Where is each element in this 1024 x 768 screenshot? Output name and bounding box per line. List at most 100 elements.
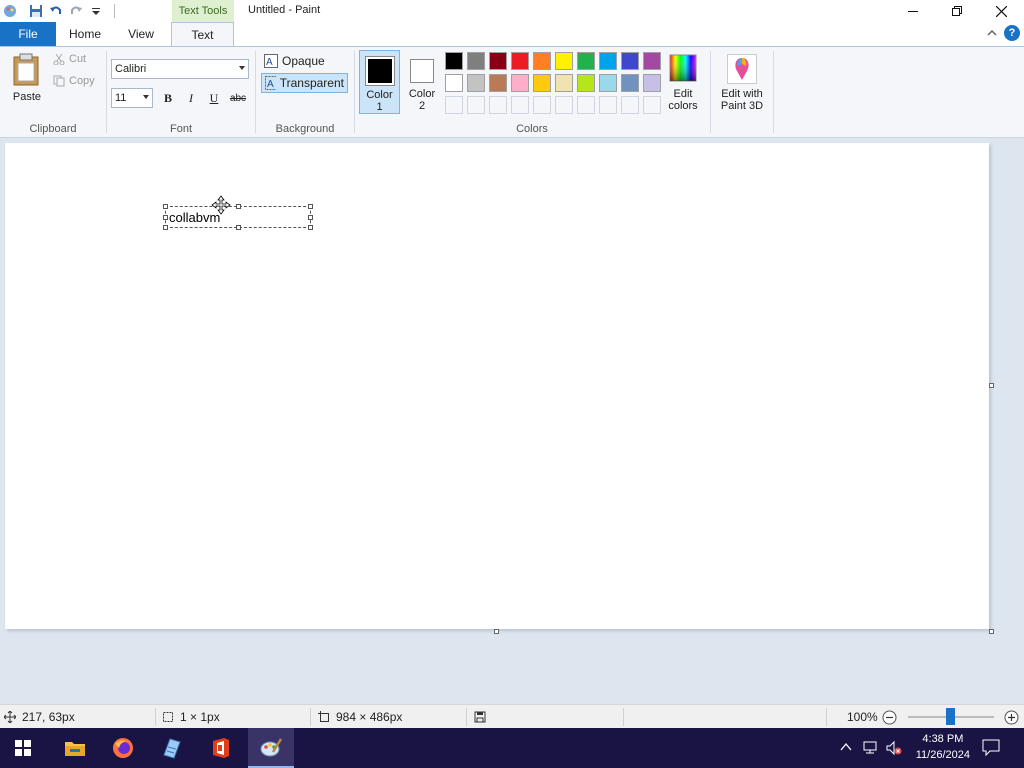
- custom-color-slot[interactable]: [445, 96, 463, 114]
- palette-swatch[interactable]: [489, 52, 507, 70]
- office-icon: [213, 738, 229, 758]
- canvas-resize-handle-corner[interactable]: [989, 629, 994, 634]
- palette-swatch[interactable]: [599, 74, 617, 92]
- collapse-ribbon-icon[interactable]: [986, 27, 998, 42]
- palette-swatch[interactable]: [577, 52, 595, 70]
- resize-handle[interactable]: [236, 204, 241, 209]
- clipboard-group-label: Clipboard: [29, 123, 77, 135]
- opaque-button[interactable]: A Opaque: [261, 51, 328, 71]
- custom-color-slot[interactable]: [489, 96, 507, 114]
- font-size-select[interactable]: 11: [111, 88, 153, 108]
- canvas-resize-handle-right[interactable]: [989, 383, 994, 388]
- strikethrough-button[interactable]: abc: [228, 88, 248, 108]
- taskbar-office[interactable]: [198, 728, 244, 768]
- resize-handle[interactable]: [236, 225, 241, 230]
- italic-button[interactable]: I: [181, 88, 201, 108]
- start-button[interactable]: [0, 728, 46, 768]
- palette-swatch[interactable]: [467, 74, 485, 92]
- palette-swatch[interactable]: [643, 74, 661, 92]
- quick-access-toolbar: [0, 0, 115, 22]
- resize-handle[interactable]: [163, 225, 168, 230]
- image-size-icon: [318, 711, 329, 722]
- zoom-in-button[interactable]: [1004, 710, 1019, 728]
- separator: [310, 708, 311, 726]
- undo-icon[interactable]: [46, 1, 66, 21]
- custom-color-slot[interactable]: [599, 96, 617, 114]
- palette-swatch[interactable]: [599, 52, 617, 70]
- volume-muted-icon[interactable]: [886, 740, 902, 759]
- svg-text:A: A: [267, 79, 274, 90]
- taskbar-firefox[interactable]: [100, 728, 146, 768]
- network-icon[interactable]: [863, 740, 879, 759]
- cursor-position-value: 217, 63px: [22, 710, 75, 724]
- background-group-label: Background: [275, 123, 335, 135]
- custom-color-slot[interactable]: [643, 96, 661, 114]
- resize-handle[interactable]: [163, 204, 168, 209]
- zoom-slider[interactable]: [908, 708, 994, 725]
- save-icon[interactable]: [26, 1, 46, 21]
- resize-handle[interactable]: [308, 204, 313, 209]
- custom-color-slot[interactable]: [577, 96, 595, 114]
- palette-swatch[interactable]: [445, 52, 463, 70]
- canvas-resize-handle-bottom[interactable]: [494, 629, 499, 634]
- restore-button[interactable]: [935, 0, 979, 22]
- tab-file[interactable]: File: [0, 22, 56, 46]
- palette-swatch[interactable]: [467, 52, 485, 70]
- copy-button[interactable]: Copy: [53, 75, 95, 87]
- customize-qat-icon[interactable]: [86, 1, 106, 21]
- custom-color-slot[interactable]: [621, 96, 639, 114]
- notifications-button[interactable]: [982, 739, 1000, 760]
- resize-handle[interactable]: [163, 215, 168, 220]
- bold-button[interactable]: B: [158, 88, 178, 108]
- transparent-button[interactable]: A Transparent: [261, 73, 348, 93]
- custom-color-slot[interactable]: [467, 96, 485, 114]
- resize-handle[interactable]: [308, 215, 313, 220]
- text-box[interactable]: collabvm: [163, 195, 313, 230]
- palette-swatch[interactable]: [533, 52, 551, 70]
- system-clock[interactable]: 4:38 PM 11/26/2024: [916, 731, 970, 763]
- palette-swatch[interactable]: [621, 52, 639, 70]
- show-hidden-icons-button[interactable]: [840, 741, 852, 756]
- palette-swatch[interactable]: [445, 74, 463, 92]
- paint-app-icon[interactable]: [0, 1, 20, 21]
- underline-button[interactable]: U: [204, 88, 224, 108]
- font-family-select[interactable]: Calibri: [111, 59, 249, 79]
- zoom-out-button[interactable]: [882, 710, 897, 728]
- edit-colors-button[interactable]: Edit colors: [663, 50, 703, 114]
- palette-swatch[interactable]: [555, 74, 573, 92]
- color1-button[interactable]: Color 1: [359, 50, 400, 114]
- resize-handle[interactable]: [308, 225, 313, 230]
- disk-icon: [474, 711, 486, 723]
- palette-swatch[interactable]: [511, 52, 529, 70]
- cut-label: Cut: [69, 53, 87, 65]
- help-icon[interactable]: ?: [1004, 25, 1020, 41]
- minimize-button[interactable]: [891, 0, 935, 22]
- palette-swatch[interactable]: [555, 52, 573, 70]
- taskbar-app-notepad[interactable]: [148, 728, 194, 768]
- palette-swatch[interactable]: [643, 52, 661, 70]
- palette-swatch[interactable]: [533, 74, 551, 92]
- taskbar-file-explorer[interactable]: [52, 728, 98, 768]
- custom-color-slot[interactable]: [533, 96, 551, 114]
- redo-icon[interactable]: [66, 1, 86, 21]
- cut-button[interactable]: Cut: [53, 53, 86, 65]
- edit-with-paint3d-button[interactable]: Edit with Paint 3D: [713, 50, 771, 114]
- tab-home[interactable]: Home: [60, 22, 110, 46]
- zoom-slider-thumb[interactable]: [946, 708, 955, 725]
- notepad-icon: [163, 738, 181, 759]
- tab-text[interactable]: Text: [171, 22, 234, 46]
- palette-swatch[interactable]: [621, 74, 639, 92]
- close-button[interactable]: [979, 0, 1023, 22]
- title-bar: Text Tools Untitled - Paint: [0, 0, 1024, 22]
- drawing-canvas[interactable]: collabvm: [5, 143, 989, 629]
- palette-swatch[interactable]: [511, 74, 529, 92]
- colors-group: Color 1 Color 2 Edit colors Colors: [355, 47, 709, 137]
- palette-swatch[interactable]: [489, 74, 507, 92]
- paste-button[interactable]: Paste: [8, 51, 46, 107]
- custom-color-slot[interactable]: [555, 96, 573, 114]
- tab-view[interactable]: View: [116, 22, 166, 46]
- taskbar-paint[interactable]: [248, 728, 294, 768]
- custom-color-slot[interactable]: [511, 96, 529, 114]
- palette-swatch[interactable]: [577, 74, 595, 92]
- color2-button[interactable]: Color 2: [403, 50, 441, 114]
